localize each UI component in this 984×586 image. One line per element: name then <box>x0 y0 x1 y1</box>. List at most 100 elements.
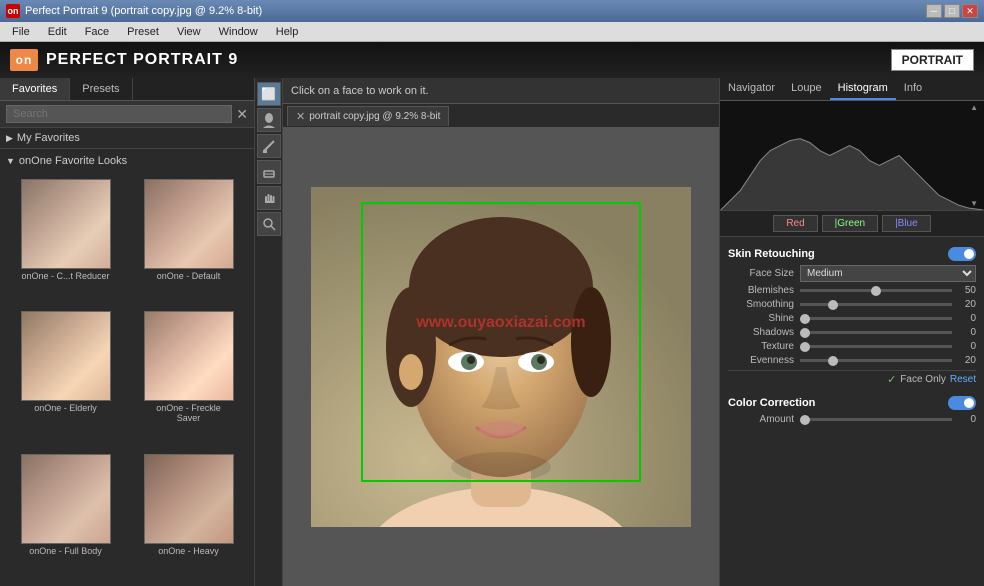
app-name: PERFECT PORTRAIT 9 <box>46 51 238 69</box>
instruction-text: Click on a face to work on it. <box>291 85 429 97</box>
blemishes-slider[interactable] <box>800 289 952 292</box>
preset-item-5[interactable]: onOne - Heavy <box>129 454 248 582</box>
presets-grid: onOne - C...t Reducer onOne - Default on… <box>0 175 254 586</box>
tab-info[interactable]: Info <box>896 78 930 100</box>
tab-histogram[interactable]: Histogram <box>830 78 896 100</box>
app-header: on PERFECT PORTRAIT 9 PORTRAIT <box>0 42 984 78</box>
title-bar: on Perfect Portrait 9 (portrait copy.jpg… <box>0 0 984 22</box>
hand-tool-button[interactable] <box>257 186 281 210</box>
blemishes-value: 50 <box>956 285 976 296</box>
face-size-select[interactable]: Small Medium Large <box>800 265 976 282</box>
main-layout: Favorites Presets ✕ ▶ My Favorites ▼ onO… <box>0 78 984 586</box>
face-detection-box <box>361 202 641 482</box>
my-favorites-label: My Favorites <box>17 132 80 144</box>
tab-navigator[interactable]: Navigator <box>720 78 783 100</box>
preset-item-2[interactable]: onOne - Elderly <box>6 311 125 449</box>
blue-channel-button[interactable]: |Blue <box>882 215 931 232</box>
file-tab[interactable]: ✕ portrait copy.jpg @ 9.2% 8-bit <box>287 106 449 126</box>
smoothing-slider-wrap: 20 <box>800 299 976 310</box>
red-channel-button[interactable]: Red <box>773 215 817 232</box>
blemishes-row: Blemishes 50 <box>728 285 976 296</box>
menu-window[interactable]: Window <box>211 24 266 40</box>
center-area: ⬜ <box>255 78 719 586</box>
shadows-slider-wrap: 0 <box>800 327 976 338</box>
amount-row: Amount 0 <box>728 414 976 425</box>
image-canvas: www.ouyaoxiazai.com <box>311 187 691 527</box>
texture-label: Texture <box>728 341 800 352</box>
tab-presets[interactable]: Presets <box>70 78 132 100</box>
scroll-down-icon: ▼ <box>970 199 978 208</box>
search-clear-icon[interactable]: ✕ <box>236 106 248 123</box>
reset-link[interactable]: Reset <box>950 374 976 385</box>
my-favorites-section[interactable]: ▶ My Favorites <box>0 128 254 149</box>
evenness-slider[interactable] <box>800 359 952 362</box>
shadows-slider[interactable] <box>800 331 952 334</box>
tab-close-icon[interactable]: ✕ <box>296 110 305 123</box>
brush-tool-button[interactable] <box>257 134 281 158</box>
green-channel-button[interactable]: |Green <box>822 215 878 232</box>
preset-thumb-5 <box>144 454 234 544</box>
minimize-button[interactable]: ─ <box>926 4 942 18</box>
image-area: www.ouyaoxiazai.com <box>283 128 719 586</box>
menu-file[interactable]: File <box>4 24 38 40</box>
skin-retouching-toggle[interactable] <box>948 247 976 261</box>
preset-thumb-3 <box>144 311 234 401</box>
brush-icon <box>262 139 276 153</box>
menu-view[interactable]: View <box>169 24 209 40</box>
evenness-slider-wrap: 20 <box>800 355 976 366</box>
amount-value: 0 <box>956 414 976 425</box>
onone-header[interactable]: ▼ onOne Favorite Looks <box>6 153 248 171</box>
menu-face[interactable]: Face <box>77 24 117 40</box>
zoom-tool-button[interactable] <box>257 212 281 236</box>
tab-bar: ✕ portrait copy.jpg @ 9.2% 8-bit <box>283 104 719 128</box>
menu-help[interactable]: Help <box>268 24 307 40</box>
window-title: Perfect Portrait 9 (portrait copy.jpg @ … <box>25 5 262 17</box>
shine-value: 0 <box>956 313 976 324</box>
preset-label-3: onOne - Freckle Saver <box>144 403 234 423</box>
tab-loupe[interactable]: Loupe <box>783 78 830 100</box>
smoothing-slider[interactable] <box>800 303 952 306</box>
face-tool-button[interactable] <box>257 108 281 132</box>
portrait-button[interactable]: PORTRAIT <box>891 49 974 71</box>
center-panel: Click on a face to work on it. ✕ portrai… <box>283 78 719 586</box>
amount-slider[interactable] <box>800 418 952 421</box>
eraser-tool-button[interactable] <box>257 160 281 184</box>
shadows-row: Shadows 0 <box>728 327 976 338</box>
preset-item-0[interactable]: onOne - C...t Reducer <box>6 179 125 307</box>
search-input[interactable] <box>6 105 232 123</box>
menu-preset[interactable]: Preset <box>119 24 167 40</box>
onone-section: ▼ onOne Favorite Looks <box>0 149 254 175</box>
evenness-label: Evenness <box>728 355 800 366</box>
histogram-svg <box>720 101 984 210</box>
shine-label: Shine <box>728 313 800 324</box>
texture-slider[interactable] <box>800 345 952 348</box>
preset-label-1: onOne - Default <box>157 271 221 281</box>
close-button[interactable]: ✕ <box>962 4 978 18</box>
preset-item-1[interactable]: onOne - Default <box>129 179 248 307</box>
blemishes-slider-wrap: 50 <box>800 285 976 296</box>
preset-thumb-1 <box>144 179 234 269</box>
selection-tool-button[interactable]: ⬜ <box>257 82 281 106</box>
maximize-button[interactable]: □ <box>944 4 960 18</box>
preset-item-4[interactable]: onOne - Full Body <box>6 454 125 582</box>
preset-thumb-4 <box>21 454 111 544</box>
shine-slider[interactable] <box>800 317 952 320</box>
shadows-label: Shadows <box>728 327 800 338</box>
scroll-up-icon: ▲ <box>970 103 978 112</box>
preset-item-3[interactable]: onOne - Freckle Saver <box>129 311 248 449</box>
histogram-area: ▲ ▼ <box>720 101 984 211</box>
color-correction-label: Color Correction <box>728 397 815 409</box>
triangle-icon: ▶ <box>6 133 13 144</box>
my-favorites-header: ▶ My Favorites <box>6 132 248 144</box>
preset-thumb-inner-5 <box>145 455 233 543</box>
right-panel-tabs: Navigator Loupe Histogram Info <box>720 78 984 101</box>
tab-favorites[interactable]: Favorites <box>0 78 70 100</box>
menu-edit[interactable]: Edit <box>40 24 75 40</box>
amount-slider-wrap: 0 <box>800 414 976 425</box>
color-correction-toggle[interactable] <box>948 396 976 410</box>
zoom-icon <box>262 217 276 231</box>
texture-slider-wrap: 0 <box>800 341 976 352</box>
app-logo: on PERFECT PORTRAIT 9 <box>10 49 238 71</box>
preset-thumb-0 <box>21 179 111 269</box>
title-bar-left: on Perfect Portrait 9 (portrait copy.jpg… <box>6 4 262 18</box>
